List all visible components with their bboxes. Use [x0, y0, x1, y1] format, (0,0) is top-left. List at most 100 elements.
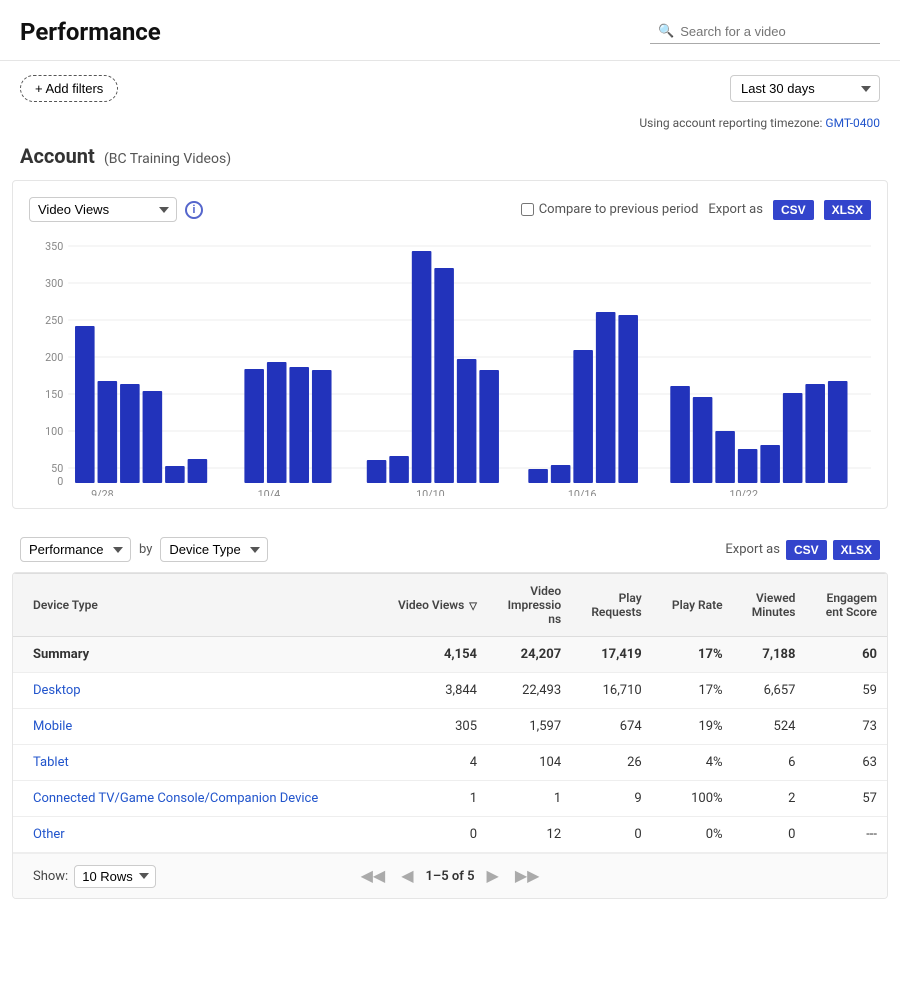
chart-container: Video Views Video Impressions Play Reque…	[12, 180, 888, 509]
bar-chart: 350 300 250 200 150 100 50 0	[29, 236, 871, 496]
table-row: Other 0 12 0 0% 0 ---	[13, 817, 887, 853]
svg-text:10/4: 10/4	[258, 488, 281, 496]
performance-select[interactable]: Performance	[20, 537, 131, 562]
summary-minutes: 7,188	[733, 637, 806, 673]
row-impressions: 1	[487, 781, 571, 817]
summary-score: 60	[805, 637, 887, 673]
col-engagement-score: Engagement Score	[805, 574, 887, 637]
data-table-wrapper: Device Type Video Views ▽ VideoImpressio…	[12, 572, 888, 899]
first-page-button[interactable]: ◀◀	[357, 864, 390, 888]
device-link: Other	[33, 827, 65, 842]
timezone-label: Using account reporting timezone:	[639, 116, 822, 130]
row-views: 0	[374, 817, 487, 853]
timezone-row: Using account reporting timezone: GMT-04…	[0, 116, 900, 136]
device-link: Connected TV/Game Console/Companion Devi…	[33, 791, 318, 806]
chart-xlsx-button[interactable]: XLSX	[824, 200, 871, 220]
rows-select[interactable]: 10 Rows 25 Rows 50 Rows	[74, 865, 156, 888]
row-score: 57	[805, 781, 887, 817]
svg-text:300: 300	[45, 277, 63, 290]
page-title: Performance	[20, 18, 161, 46]
page-info: 1–5 of 5	[426, 869, 475, 884]
next-page-button[interactable]: ▶	[483, 864, 503, 888]
row-score: 59	[805, 673, 887, 709]
row-requests: 0	[571, 817, 652, 853]
chart-csv-button[interactable]: CSV	[773, 200, 814, 220]
table-toolbar: Performance by Device Type Geography Pla…	[0, 525, 900, 572]
info-icon[interactable]: i	[185, 201, 203, 219]
row-requests: 16,710	[571, 673, 652, 709]
table-body: Summary 4,154 24,207 17,419 17% 7,188 60…	[13, 637, 887, 853]
chart-controls: Video Views Video Impressions Play Reque…	[29, 197, 871, 222]
pagination-controls: ◀◀ ◀ 1–5 of 5 ▶ ▶▶	[357, 864, 544, 888]
last-page-button[interactable]: ▶▶	[511, 864, 544, 888]
device-link: Tablet	[33, 755, 69, 770]
summary-impressions: 24,207	[487, 637, 571, 673]
row-device[interactable]: Desktop	[13, 673, 374, 709]
row-rate: 0%	[652, 817, 733, 853]
add-filters-button[interactable]: + Add filters	[20, 75, 118, 102]
svg-text:250: 250	[45, 314, 63, 327]
table-xlsx-button[interactable]: XLSX	[833, 540, 880, 560]
svg-text:10/16: 10/16	[568, 488, 597, 496]
metric-select[interactable]: Video Views Video Impressions Play Reque…	[29, 197, 177, 222]
row-rate: 4%	[652, 745, 733, 781]
row-minutes: 6,657	[733, 673, 806, 709]
svg-text:9/28: 9/28	[91, 488, 114, 496]
row-rate: 100%	[652, 781, 733, 817]
timezone-value[interactable]: GMT-0400	[825, 116, 880, 130]
by-select[interactable]: Device Type Geography Player	[160, 537, 268, 562]
table-row: Mobile 305 1,597 674 19% 524 73	[13, 709, 887, 745]
row-views: 1	[374, 781, 487, 817]
row-views: 3,844	[374, 673, 487, 709]
search-icon: 🔍	[658, 24, 674, 39]
svg-text:100: 100	[45, 425, 63, 438]
col-video-impressions: VideoImpressions	[487, 574, 571, 637]
table-csv-button[interactable]: CSV	[786, 540, 827, 560]
row-minutes: 524	[733, 709, 806, 745]
account-title: Account	[20, 144, 95, 168]
search-input[interactable]	[680, 24, 870, 39]
filter-toolbar: + Add filters Last 30 days Last 7 days L…	[0, 61, 900, 116]
row-minutes: 0	[733, 817, 806, 853]
chart-area: 350 300 250 200 150 100 50 0	[29, 236, 871, 496]
row-requests: 9	[571, 781, 652, 817]
row-device[interactable]: Connected TV/Game Console/Companion Devi…	[13, 781, 374, 817]
compare-checkbox[interactable]	[521, 203, 534, 216]
svg-text:200: 200	[45, 351, 63, 364]
search-box: 🔍	[650, 20, 880, 44]
row-score: 63	[805, 745, 887, 781]
row-device[interactable]: Tablet	[13, 745, 374, 781]
col-device-type: Device Type	[13, 574, 374, 637]
svg-text:0: 0	[57, 475, 63, 488]
data-table: Device Type Video Views ▽ VideoImpressio…	[13, 573, 887, 853]
row-minutes: 6	[733, 745, 806, 781]
table-export-label: Export as	[725, 542, 780, 557]
row-impressions: 1,597	[487, 709, 571, 745]
svg-text:10/22: 10/22	[729, 488, 758, 496]
date-range-select[interactable]: Last 30 days Last 7 days Last 90 days Cu…	[730, 75, 880, 102]
account-section: Account (BC Training Videos)	[0, 136, 900, 180]
sort-icon: ▽	[469, 601, 477, 612]
row-device[interactable]: Mobile	[13, 709, 374, 745]
row-impressions: 22,493	[487, 673, 571, 709]
prev-page-button[interactable]: ◀	[397, 864, 417, 888]
row-rate: 17%	[652, 673, 733, 709]
chart-right-controls: Compare to previous period Export as CSV…	[521, 200, 871, 220]
account-subtitle: (BC Training Videos)	[104, 151, 231, 167]
col-video-views[interactable]: Video Views ▽	[374, 574, 487, 637]
row-device[interactable]: Other	[13, 817, 374, 853]
export-label: Export as	[708, 202, 763, 217]
row-score: ---	[805, 817, 887, 853]
show-text: Show:	[33, 869, 68, 884]
by-label: by	[139, 542, 152, 557]
svg-text:50: 50	[51, 462, 63, 475]
compare-text: Compare to previous period	[539, 202, 699, 217]
svg-text:10/10: 10/10	[416, 488, 445, 496]
device-link: Desktop	[33, 683, 81, 698]
chart-left-controls: Video Views Video Impressions Play Reque…	[29, 197, 203, 222]
table-toolbar-right: Export as CSV XLSX	[725, 540, 880, 560]
table-row: Tablet 4 104 26 4% 6 63	[13, 745, 887, 781]
page-header: Performance 🔍	[0, 0, 900, 61]
row-impressions: 104	[487, 745, 571, 781]
row-views: 305	[374, 709, 487, 745]
